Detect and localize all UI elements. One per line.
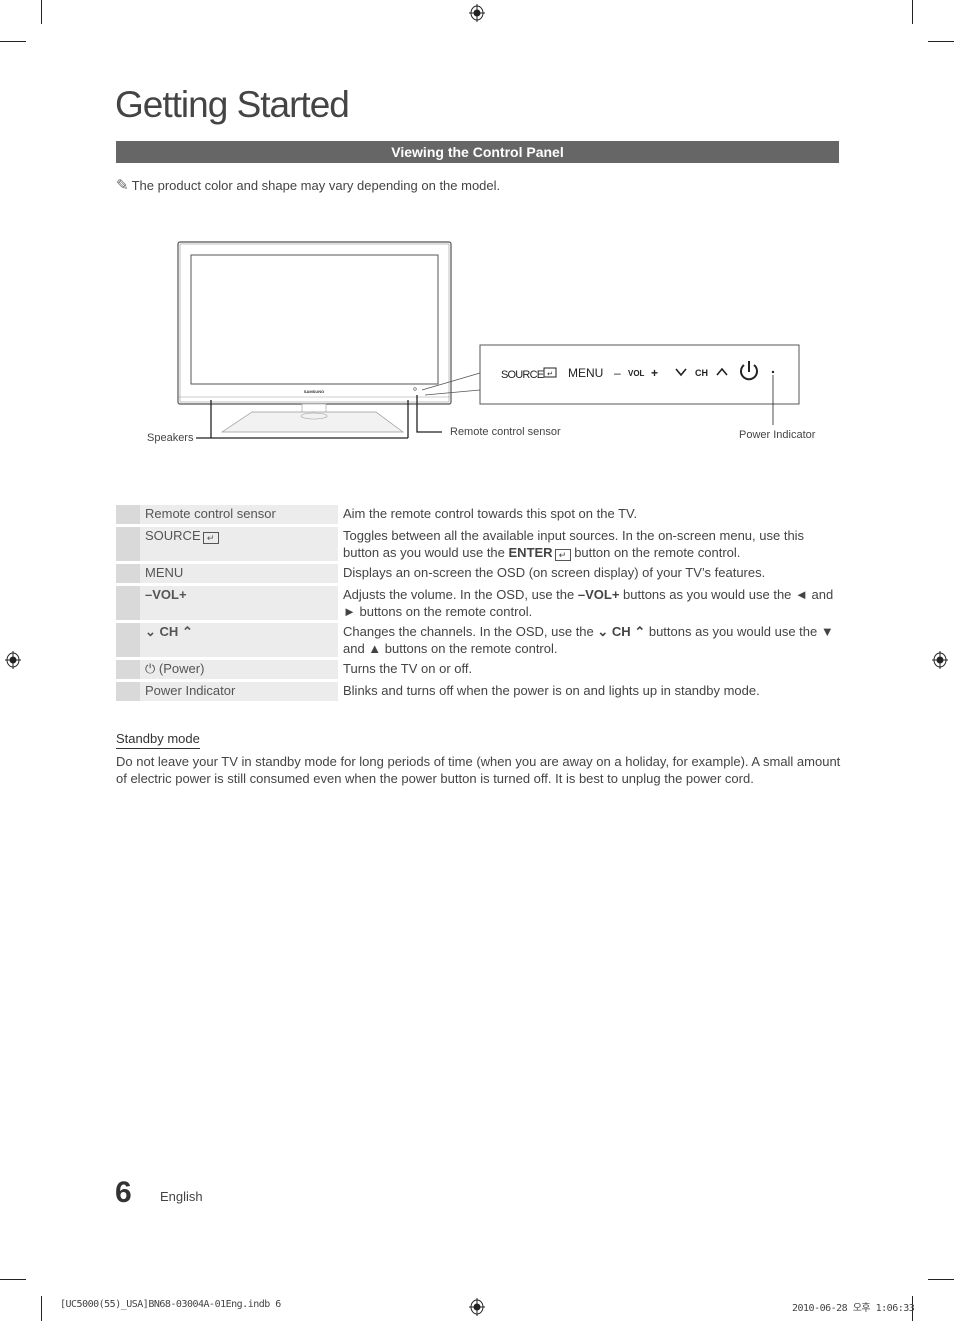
language-label: English [160, 1189, 203, 1204]
control-name: CH [159, 624, 179, 639]
table-row: –VOL+ Adjusts the volume. In the OSD, us… [116, 586, 839, 620]
chevron-down-icon: ⌄ [597, 624, 609, 639]
control-description: Aim the remote control towards this spot… [343, 506, 638, 521]
tv-stand-base [220, 411, 405, 433]
table-row: Remote control sensor Aim the remote con… [116, 505, 839, 524]
control-name: Remote control sensor [140, 505, 338, 524]
control-description: Displays an on-screen the OSD (on screen… [343, 565, 766, 580]
print-timestamp: 2010-06-28 오후 1:06:33 [792, 1303, 915, 1314]
control-name: Power Indicator [140, 682, 338, 701]
panel-vol-label: VOL [628, 369, 645, 378]
remote-sensor-label: Remote control sensor [450, 426, 561, 438]
control-description: Adjusts the volume. In the OSD, use the … [343, 587, 834, 619]
control-name: (Power) [158, 661, 205, 676]
control-name: –VOL+ [140, 586, 338, 620]
control-description: Changes the channels. In the OSD, use th… [343, 624, 834, 656]
chevron-up-icon: ⌃ [634, 624, 646, 639]
registration-mark-icon [469, 4, 485, 22]
crop-mark [41, 0, 42, 24]
chevron-down-icon: ⌄ [145, 624, 156, 639]
control-name: SOURCE [145, 528, 201, 543]
crop-mark [41, 1296, 42, 1321]
crop-mark [0, 41, 26, 42]
panel-vol-plus: + [651, 366, 658, 380]
panel-menu-label: MENU [568, 366, 603, 380]
brand-logo: SAMSUNG [304, 389, 324, 394]
control-description: Turns the TV on or off. [343, 661, 473, 676]
table-row: ⏻ (Power) Turns the TV on or off. [116, 660, 839, 679]
pencil-note-icon: ✎ [116, 177, 129, 194]
tv-diagram: SAMSUNG Speakers Remote control sensor S… [147, 241, 816, 444]
crop-mark [928, 41, 954, 42]
page-title: Getting Started [115, 84, 350, 125]
note-text: The product color and shape may vary dep… [131, 178, 501, 193]
crop-mark [928, 1279, 954, 1280]
crop-mark [912, 0, 913, 24]
table-row: Power Indicator Blinks and turns off whe… [116, 682, 839, 701]
page-number: 6 [115, 1176, 132, 1209]
registration-mark-icon [932, 651, 948, 669]
enter-icon: ↵ [554, 549, 571, 561]
panel-ch-label: CH [695, 368, 708, 378]
panel-vol-minus: – [614, 366, 621, 380]
power-indicator-label: Power Indicator [739, 429, 816, 441]
table-row: SOURCE ↵ Toggles between all the availabl… [116, 527, 839, 561]
registration-mark-icon [469, 1298, 485, 1316]
control-name: MENU [140, 564, 338, 583]
table-row: MENU Displays an on-screen the OSD (on s… [116, 564, 839, 583]
standby-heading: Standby mode [116, 731, 200, 749]
file-info: [UC5000(55)_USA]BN68-03004A-01Eng.indb 6 [60, 1299, 281, 1310]
table-row: ⌄ CH ⌃ Changes the channels. In the OSD,… [116, 623, 839, 657]
controls-table: Remote control sensor Aim the remote con… [116, 502, 839, 704]
power-indicator-dot [771, 370, 775, 374]
power-icon: ⏻ [145, 661, 156, 676]
registration-mark-icon [5, 651, 21, 669]
panel-source-label: SOURCE [501, 369, 544, 381]
standby-text: Do not leave your TV in standby mode for… [116, 754, 841, 786]
note: ✎ The product color and shape may vary de… [116, 176, 500, 194]
svg-text:↵: ↵ [547, 370, 553, 378]
control-description: Toggles between all the available input … [343, 528, 805, 561]
speakers-label: Speakers [147, 432, 194, 444]
control-description: Blinks and turns off when the power is o… [343, 683, 760, 698]
enter-icon: ↵ [202, 532, 219, 544]
tv-screen [190, 254, 439, 385]
chevron-up-icon: ⌃ [181, 624, 193, 639]
crop-mark [0, 1279, 26, 1280]
section-heading: Viewing the Control Panel [116, 141, 839, 163]
